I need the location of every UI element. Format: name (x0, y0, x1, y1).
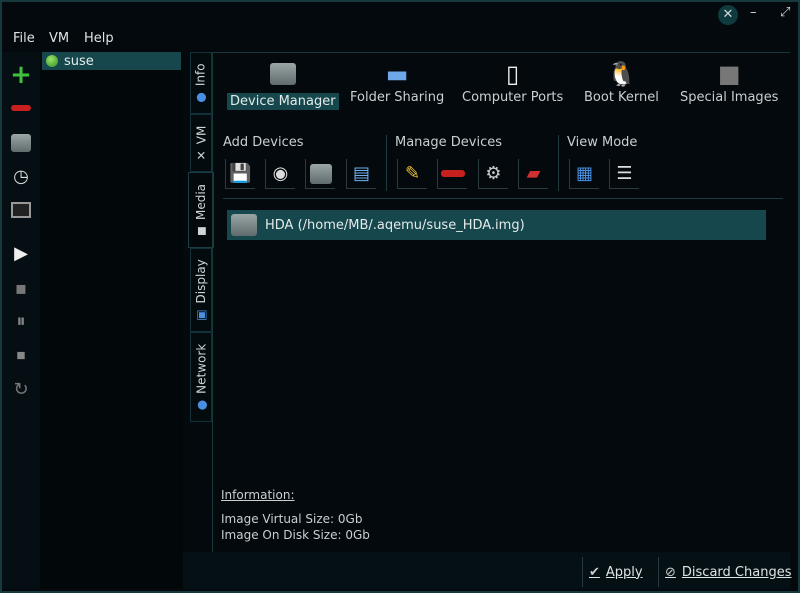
hdd-icon (231, 214, 257, 236)
tab-label: VM (194, 125, 208, 145)
vm-status-icon (46, 55, 58, 67)
label: Device Manager (227, 93, 339, 110)
stop-icon[interactable]: ⏹ (10, 344, 32, 366)
label: Boot Kernel (584, 90, 659, 105)
close-icon[interactable]: ✕ (718, 5, 738, 25)
label: Discard Changes (681, 564, 792, 580)
add-vm-icon[interactable]: + (10, 60, 32, 90)
network-icon: ● (194, 399, 208, 411)
hdd-icon[interactable] (10, 132, 32, 154)
media-panel: Device Manager ▬ Folder Sharing ▯ Computer… (212, 52, 790, 552)
information-title: Information: (221, 488, 295, 502)
usb-icon: ▯ (506, 60, 520, 88)
tab-vm[interactable]: ✕ VM (190, 114, 212, 172)
clock-icon[interactable]: ◷ (10, 165, 32, 187)
terminal-icon[interactable] (10, 199, 32, 221)
vm-item-suse[interactable]: suse (42, 52, 181, 70)
cdrom-icon[interactable]: ◉ (265, 159, 295, 189)
view-mode-label: View Mode (567, 135, 638, 150)
media-icon: ◼ (194, 226, 209, 237)
check-icon: ✔ (589, 564, 600, 580)
apply-button[interactable]: ✔ Apply (582, 557, 649, 587)
device-manager-button[interactable]: Device Manager (227, 59, 339, 110)
remove-vm-icon[interactable] (10, 97, 32, 119)
display-icon: ▣ (194, 309, 209, 321)
vm-name: suse (64, 53, 94, 69)
menu-vm[interactable]: VM (49, 31, 69, 46)
tab-label: Display (194, 259, 209, 304)
computer-ports-button[interactable]: ▯ Computer Ports (459, 59, 566, 106)
label: Apply (605, 564, 643, 580)
divider (223, 198, 783, 199)
save-icon[interactable]: ▪ (10, 277, 32, 299)
vm-list: suse (40, 52, 183, 589)
minimize-icon[interactable]: – (750, 5, 757, 20)
boot-kernel-button[interactable]: 🐧 Boot Kernel (581, 59, 662, 106)
pause-icon[interactable]: ⏸ (10, 310, 32, 332)
edit-icon[interactable]: ✎ (397, 159, 427, 189)
tab-network[interactable]: ● Network (190, 332, 212, 422)
device-item-hda[interactable]: HDA (/home/MB/.aqemu/suse_HDA.img) (227, 210, 766, 240)
maximize-icon[interactable]: ⤢ (780, 5, 790, 20)
remove-device-icon[interactable] (437, 159, 467, 189)
tab-label: Info (194, 63, 209, 87)
play-icon[interactable]: ▶ (10, 242, 32, 264)
eraser-icon[interactable]: ▰ (518, 159, 548, 189)
label: Computer Ports (462, 90, 564, 105)
menu-help[interactable]: Help (84, 31, 114, 46)
tab-label: Media (194, 183, 209, 221)
tab-label: Network (194, 343, 208, 394)
tux-icon: 🐧 (606, 60, 637, 88)
tab-info[interactable]: ● Info (190, 52, 212, 114)
discard-changes-button[interactable]: ⊘ Discard Changes (658, 557, 797, 587)
special-images-button[interactable]: ■ Special Images (677, 59, 781, 106)
tab-display[interactable]: ▣ Display (190, 248, 212, 332)
manage-devices-label: Manage Devices (395, 135, 503, 150)
virtual-size: Image Virtual Size: 0Gb (221, 512, 363, 526)
settings-icon[interactable]: ⚙ (478, 159, 508, 189)
label: Folder Sharing (350, 90, 445, 105)
device-label: HDA (/home/MB/.aqemu/suse_HDA.img) (265, 217, 525, 233)
add-hdd-icon[interactable] (305, 159, 335, 189)
cancel-icon: ⊘ (665, 564, 676, 580)
vm-toolbar: + ◷ ▶ ▪ ⏸ ⏹ ↻ (2, 52, 40, 589)
list-view-icon[interactable]: ☰ (609, 159, 639, 189)
divider (558, 135, 559, 191)
icon-view-icon[interactable]: ▦ (569, 159, 599, 189)
tools-icon: ✕ (194, 150, 208, 161)
storage-icon[interactable]: ▤ (346, 159, 376, 189)
reset-icon[interactable]: ↻ (10, 378, 32, 400)
tab-media[interactable]: ◼ Media (188, 172, 214, 248)
floppy-icon[interactable]: 💾 (225, 159, 255, 189)
label: Special Images (680, 90, 779, 105)
chip-icon: ■ (717, 60, 741, 88)
folder-icon: ▬ (385, 60, 409, 88)
disk-size: Image On Disk Size: 0Gb (221, 528, 370, 542)
add-devices-label: Add Devices (223, 135, 304, 150)
hdd-icon (227, 63, 339, 93)
info-icon: ● (194, 92, 209, 103)
folder-sharing-button[interactable]: ▬ Folder Sharing (347, 59, 447, 106)
menu-file[interactable]: File (13, 31, 35, 46)
divider (386, 135, 387, 191)
